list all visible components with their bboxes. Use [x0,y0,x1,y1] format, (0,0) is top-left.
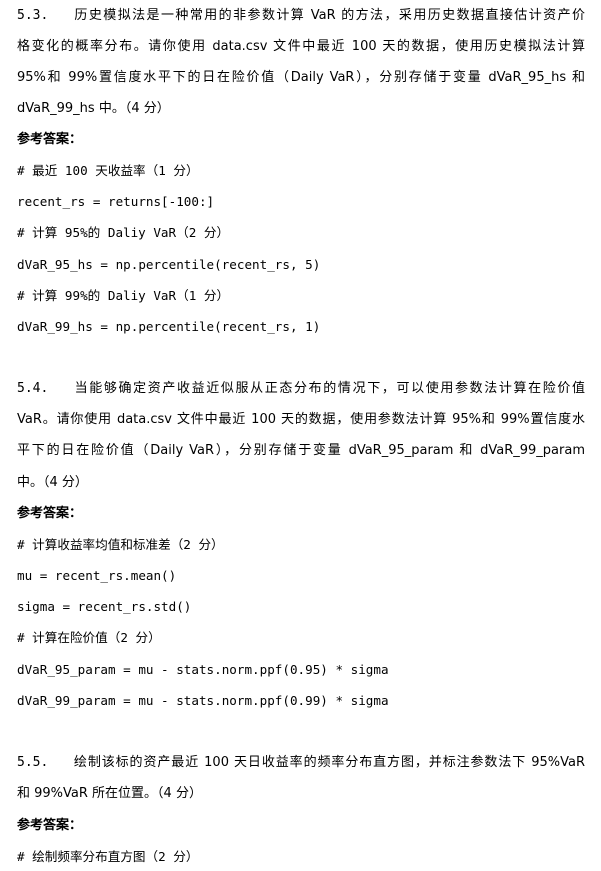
q54-number: 5.4. [17,381,49,396]
q55-line-1: 5.5. 绘制该标的资产最近 100 天日收益率的频率分布直方图，并标注参数法下 … [17,752,585,774]
q55-text-1: 绘制该标的资产最近 100 天日收益率的频率分布直方图，并标注参数法下 95%V… [73,755,585,770]
q54-line-4: 中。（4 分） [17,475,88,490]
q53-answer-label: 参考答案： [17,132,83,147]
q54-line-3: 平下的日在险价值（Daily VaR），分别存储于变量 dVaR_95_para… [17,443,585,458]
q54-answer-label: 参考答案： [17,506,83,521]
q53-line-4: dVaR_99_hs 中。（4 分） [17,101,170,116]
q53-code-4: dVaR_95_hs = np.percentile(recent_rs, 5) [17,257,321,272]
q55-answer-label: 参考答案： [17,818,83,833]
q53-code-1: # 最近 100 天收益率（1 分） [17,163,199,178]
q54-code-6: dVaR_99_param = mu - stats.norm.ppf(0.99… [17,693,389,708]
q54-code-2: mu = recent_rs.mean() [17,568,177,583]
q53-line-1: 5.3. 历史模拟法是一种常用的非参数计算 VaR 的方法，采用历史数据直接估计资… [17,5,585,27]
q53-code-6: dVaR_99_hs = np.percentile(recent_rs, 1) [17,319,321,334]
q53-code-2: recent_rs = returns[-100:] [17,194,215,209]
q54-line-2: VaR。请你使用 data.csv 文件中最近 100 天的数据，使用参数法计算… [17,412,585,427]
q53-number: 5.3. [17,8,49,23]
q54-code-3: sigma = recent_rs.std() [17,599,192,614]
q54-code-4: # 计算在险价值（2 分） [17,630,161,645]
q53-code-5: # 计算 99%的 Daliy VaR（1 分） [17,288,230,303]
q55-code-1: # 绘制频率分布直方图（2 分） [17,849,199,864]
q55-line-2: 和 99%VaR 所在位置。（4 分） [17,786,202,801]
q53-line-2: 格变化的概率分布。请你使用 data.csv 文件中最近 100 天的数据，使用… [17,39,585,54]
document-page: 5.3. 历史模拟法是一种常用的非参数计算 VaR 的方法，采用历史数据直接估计资… [0,0,601,871]
q53-code-3: # 计算 95%的 Daliy VaR（2 分） [17,225,230,240]
q54-line-1: 5.4. 当能够确定资产收益近似服从正态分布的情况下，可以使用参数法计算在险价值 [17,378,585,400]
q55-number: 5.5. [17,755,49,770]
q53-line-3: 95%和 99%置信度水平下的日在险价值（Daily VaR），分别存储于变量 … [17,70,585,85]
q53-text-1: 历史模拟法是一种常用的非参数计算 VaR 的方法，采用历史数据直接估计资产价 [73,8,585,23]
q54-code-1: # 计算收益率均值和标准差（2 分） [17,537,224,552]
q54-text-1: 当能够确定资产收益近似服从正态分布的情况下，可以使用参数法计算在险价值 [73,381,585,396]
q54-code-5: dVaR_95_param = mu - stats.norm.ppf(0.95… [17,662,389,677]
